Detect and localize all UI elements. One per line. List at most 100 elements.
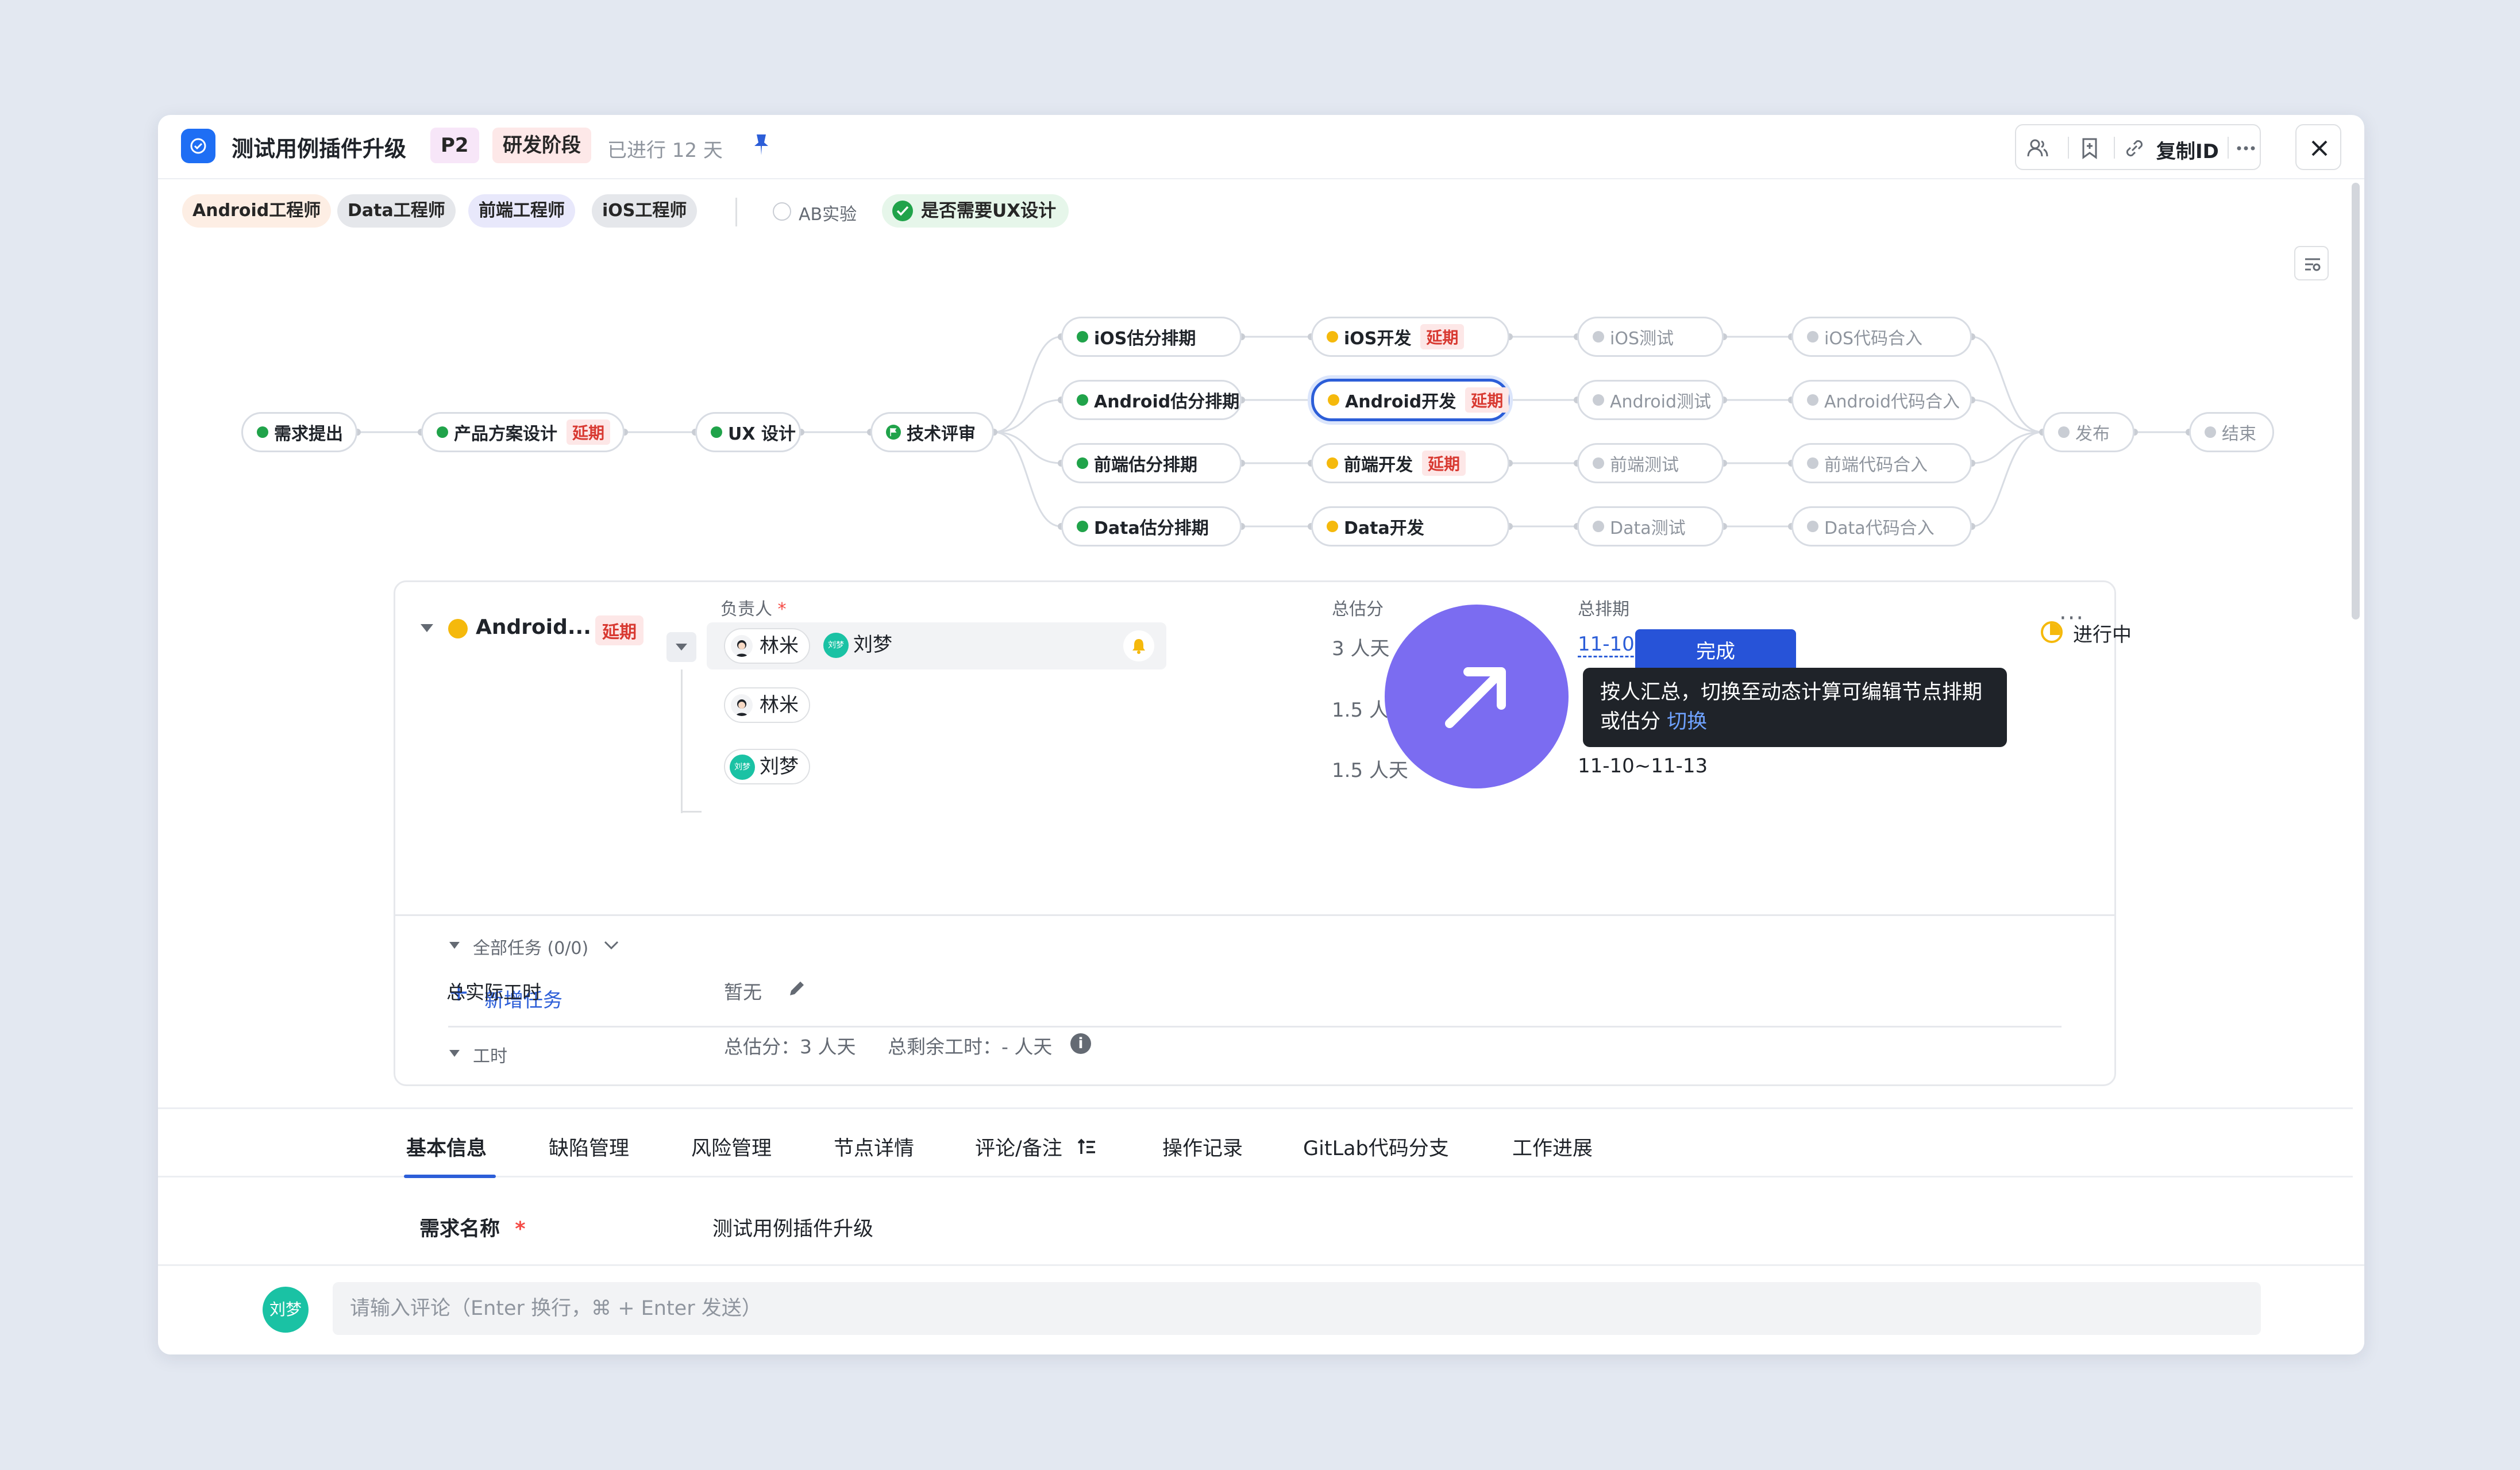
tooltip-text: 按人汇总，切换至动态计算可编辑节点排期或估分 <box>1600 681 1983 733</box>
owner-chip-liu[interactable]: 刘梦 刘梦 <box>724 749 810 784</box>
active-tab-indicator <box>404 1175 496 1178</box>
status-dot <box>437 426 448 438</box>
owner-column-header: 负责人 * <box>720 599 787 619</box>
flow-node-ios-est[interactable]: iOS估分排期 <box>1061 317 1242 357</box>
delay-tag: 延期 <box>595 615 644 645</box>
flow-node-android-merge[interactable]: Android代码合入 <box>1791 380 1972 420</box>
flow-node-android-dev[interactable]: Android开发 延期 <box>1311 379 1509 421</box>
tab-basic-info[interactable]: 基本信息 <box>406 1132 487 1161</box>
section-divider <box>448 1026 2062 1028</box>
avatar <box>731 635 753 657</box>
flow-node-data-dev[interactable]: Data开发 <box>1311 506 1509 547</box>
status-dot <box>1807 331 1818 343</box>
status-dot <box>1593 331 1604 343</box>
summary-remaining: 总剩余工时：- 人天 <box>888 1036 1053 1058</box>
actual-hours-value: 暂无 <box>724 981 762 1003</box>
schedule-column-header: 总排期 <box>1578 599 1629 619</box>
flow-node-fe-test[interactable]: 前端测试 <box>1577 443 1724 483</box>
more-options-icon[interactable]: ··· <box>2059 605 2084 632</box>
status-dot <box>1327 521 1338 532</box>
flow-node-ux[interactable]: UX 设计 <box>695 412 801 452</box>
tab-operation-log[interactable]: 操作记录 <box>1162 1132 1243 1161</box>
status-dot <box>1807 457 1818 469</box>
flag-icon <box>886 425 901 440</box>
status-dot <box>1077 521 1088 532</box>
flow-node-product[interactable]: 产品方案设计 延期 <box>421 412 625 452</box>
tree-connector <box>681 669 683 813</box>
collapse-caret-icon[interactable] <box>419 622 434 634</box>
flow-node-android-test[interactable]: Android测试 <box>1577 380 1724 420</box>
flow-node-data-test[interactable]: Data测试 <box>1577 506 1724 547</box>
flow-node-fe-dev[interactable]: 前端开发 延期 <box>1311 443 1509 483</box>
row-schedule[interactable]: 11-10~11-13 <box>1578 755 1708 778</box>
flow-node-end[interactable]: 结束 <box>2189 412 2274 452</box>
flow-node-review[interactable]: 技术评审 <box>870 412 994 452</box>
bell-icon <box>1132 639 1145 654</box>
status-dot <box>1807 521 1818 532</box>
delay-badge: 延期 <box>1465 387 1509 413</box>
flow-node-fe-merge[interactable]: 前端代码合入 <box>1791 443 1972 483</box>
flow-node-data-merge[interactable]: Data代码合入 <box>1791 506 1972 547</box>
comment-input[interactable] <box>333 1282 2261 1335</box>
tab-work-progress[interactable]: 工作进展 <box>1512 1132 1593 1161</box>
status-dot <box>1593 457 1604 469</box>
tab-defects[interactable]: 缺陷管理 <box>549 1132 629 1161</box>
expand-owners-button[interactable] <box>666 632 696 662</box>
owner-chip-lin[interactable]: 林米 <box>724 628 810 664</box>
status-dot <box>2058 426 2070 438</box>
caret-down-icon[interactable] <box>448 1049 461 1058</box>
tab-bar: 基本信息 缺陷管理 风险管理 节点详情 评论/备注 操作记录 GitLab代码分… <box>158 1107 2353 1178</box>
status-dot <box>1593 394 1604 406</box>
tab-comments[interactable]: 评论/备注 <box>975 1132 1097 1161</box>
status-dot <box>1327 457 1338 469</box>
flow-node-ios-dev[interactable]: iOS开发 延期 <box>1311 317 1509 357</box>
flow-node-data-est[interactable]: Data估分排期 <box>1061 506 1242 547</box>
flow-node-fe-est[interactable]: 前端估分排期 <box>1061 443 1242 483</box>
flow-node-req[interactable]: 需求提出 <box>241 412 357 452</box>
status-dot <box>2205 426 2216 438</box>
delay-badge: 延期 <box>567 420 611 445</box>
status-dot <box>1077 457 1088 469</box>
requirement-name-value[interactable]: 测试用例插件升级 <box>712 1213 873 1242</box>
status-dot <box>1077 331 1088 343</box>
status-dot <box>1807 394 1818 406</box>
delay-badge: 延期 <box>1420 324 1465 349</box>
work-hours-toggle[interactable]: 工时 <box>473 1042 507 1067</box>
avatar: 刘梦 <box>263 1287 309 1333</box>
avatar: 刘梦 <box>823 633 849 658</box>
total-estimate: 3 人天 <box>1332 637 1390 660</box>
caret-down-icon <box>676 644 687 651</box>
owner-chip-liu[interactable]: 刘梦 刘梦 <box>819 628 903 664</box>
sort-icon[interactable] <box>1077 1137 1097 1157</box>
requirement-modal: 测试用例插件升级 P2 研发阶段 已进行 12 天 复制ID Android工程… <box>158 115 2364 1354</box>
tab-node-details[interactable]: 节点详情 <box>834 1132 914 1161</box>
delay-badge: 延期 <box>1422 451 1466 476</box>
owner-chip-lin[interactable]: 林米 <box>724 687 810 723</box>
tree-connector <box>681 811 702 813</box>
tab-risks[interactable]: 风险管理 <box>691 1132 772 1161</box>
avatar: 刘梦 <box>730 755 755 780</box>
all-tasks-toggle[interactable]: 全部任务 (0/0) <box>473 934 588 959</box>
flow-node-android-est[interactable]: Android估分排期 <box>1061 380 1242 420</box>
comment-bar: 刘梦 <box>158 1264 2364 1354</box>
row-estimate: 1.5 人天 <box>1332 759 1408 782</box>
edit-pencil-icon[interactable] <box>785 977 808 1000</box>
owner-selector[interactable]: 林米 刘梦 刘梦 <box>707 622 1166 669</box>
status-dot <box>711 426 722 438</box>
tooltip: 按人汇总，切换至动态计算可编辑节点排期或估分 切换 <box>1583 668 2007 747</box>
caret-down-icon[interactable] <box>448 941 461 950</box>
info-icon[interactable]: i <box>1070 1033 1091 1054</box>
scrollbar[interactable] <box>2352 183 2360 619</box>
flow-node-release[interactable]: 发布 <box>2043 412 2134 452</box>
tab-gitlab-branches[interactable]: GitLab代码分支 <box>1303 1132 1449 1161</box>
summary-estimate: 总估分：3 人天 <box>724 1036 856 1058</box>
status-dot <box>448 619 468 638</box>
card-divider <box>395 914 2116 916</box>
chevron-down-icon[interactable] <box>603 940 619 951</box>
requirement-name-label: 需求名称 * <box>419 1218 526 1241</box>
flow-node-ios-merge[interactable]: iOS代码合入 <box>1791 317 1972 357</box>
tooltip-switch-link[interactable]: 切换 <box>1667 710 1707 733</box>
status-dot <box>1327 331 1338 343</box>
flow-node-ios-test[interactable]: iOS测试 <box>1577 317 1724 357</box>
notify-bell-button[interactable] <box>1123 630 1154 661</box>
